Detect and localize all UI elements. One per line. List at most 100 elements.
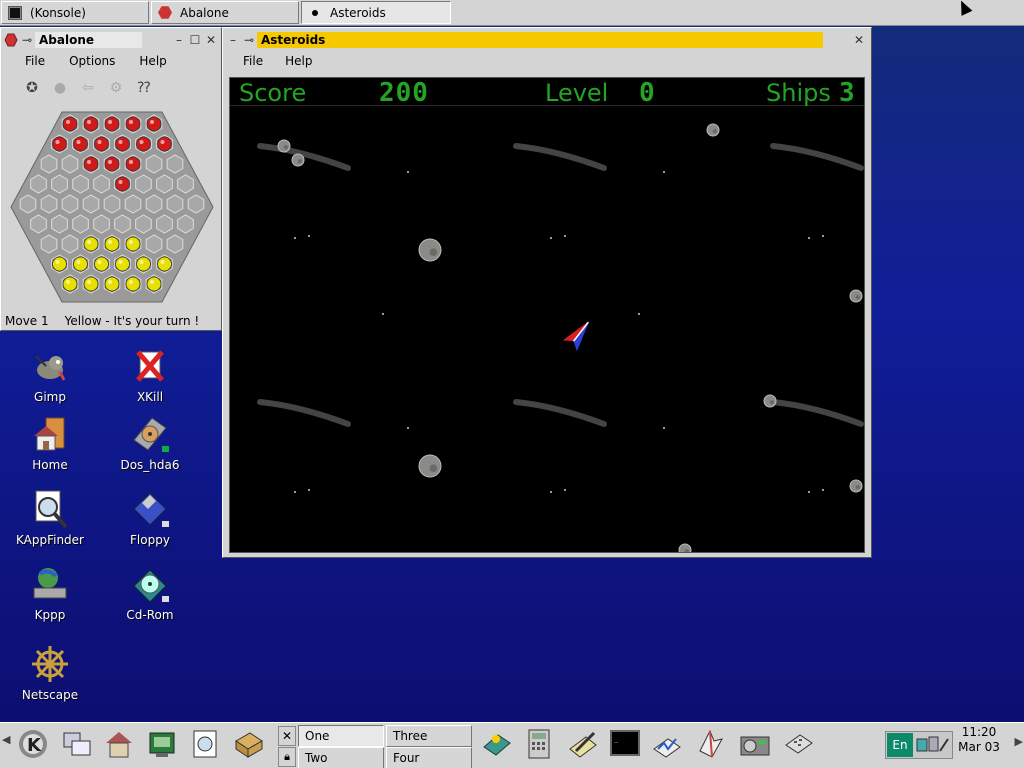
desktop-icon-cd-rom[interactable]: Cd-Rom bbox=[110, 564, 190, 622]
board-hole[interactable] bbox=[166, 194, 184, 214]
board-hole[interactable] bbox=[177, 214, 194, 234]
k-menu-button[interactable]: K bbox=[12, 724, 54, 766]
home-folder-button[interactable] bbox=[98, 724, 140, 766]
board-hole[interactable] bbox=[145, 194, 163, 214]
board-hole[interactable] bbox=[166, 234, 184, 254]
board-hole[interactable] bbox=[156, 214, 173, 234]
board-hole[interactable] bbox=[156, 174, 173, 194]
help-center-button[interactable] bbox=[184, 724, 226, 766]
board-hole[interactable] bbox=[30, 214, 47, 234]
stop-icon[interactable]: ● bbox=[51, 79, 69, 97]
yellow-marble[interactable] bbox=[62, 276, 78, 292]
desktop-icon-xkill[interactable]: XKill bbox=[110, 346, 190, 404]
task-abalone[interactable]: Abalone bbox=[151, 1, 299, 24]
board-hole[interactable] bbox=[145, 154, 163, 174]
red-marble[interactable] bbox=[115, 176, 130, 192]
board-hole[interactable] bbox=[166, 154, 184, 174]
control-center-button[interactable] bbox=[142, 724, 184, 766]
board-hole[interactable] bbox=[114, 214, 131, 234]
red-marble[interactable] bbox=[125, 116, 141, 132]
red-marble[interactable] bbox=[125, 156, 141, 172]
network-button[interactable] bbox=[778, 724, 820, 766]
yellow-marble[interactable] bbox=[157, 256, 172, 272]
keyboard-layout-indicator[interactable]: En bbox=[887, 733, 913, 757]
pin-icon[interactable]: ⊸ bbox=[19, 32, 35, 48]
asteroids-titlebar[interactable]: – ⊸ Asteroids ✕ bbox=[225, 30, 869, 50]
board-hole[interactable] bbox=[61, 154, 79, 174]
yellow-marble[interactable] bbox=[104, 236, 120, 252]
whats-this-help-icon[interactable]: ⁇ bbox=[135, 79, 153, 97]
yellow-marble[interactable] bbox=[83, 236, 99, 252]
red-marble[interactable] bbox=[136, 136, 151, 152]
board-hole[interactable] bbox=[61, 194, 79, 214]
konsole-button[interactable]: _ bbox=[604, 724, 646, 766]
calculator-button[interactable] bbox=[518, 724, 560, 766]
desktop-icon-netscape[interactable]: Netscape bbox=[10, 644, 90, 702]
red-marble[interactable] bbox=[73, 136, 88, 152]
desktop-two-button[interactable]: Two bbox=[298, 747, 384, 768]
close-icon[interactable]: ✕ bbox=[278, 726, 296, 746]
kwrite-button[interactable] bbox=[562, 724, 604, 766]
yellow-marble[interactable] bbox=[52, 256, 67, 272]
asteroids-playfield[interactable]: Score 200 Level 0 Ships 3 bbox=[229, 77, 865, 553]
menu-help[interactable]: Help bbox=[271, 54, 320, 68]
red-marble[interactable] bbox=[83, 156, 99, 172]
abalone-titlebar[interactable]: ⊸ Abalone – ☐ ✕ bbox=[3, 30, 219, 50]
menu-file[interactable]: File bbox=[225, 54, 271, 68]
board-hole[interactable] bbox=[135, 174, 152, 194]
yellow-marble[interactable] bbox=[94, 256, 109, 272]
lock-icon[interactable]: 🔒︎ bbox=[278, 747, 296, 767]
panel-hide-right-arrow-icon[interactable]: ▶ bbox=[1015, 735, 1023, 748]
board-hole[interactable] bbox=[40, 154, 58, 174]
red-marble[interactable] bbox=[115, 136, 130, 152]
desktop-icon-gimp[interactable]: Gimp bbox=[10, 346, 90, 404]
red-marble[interactable] bbox=[146, 116, 162, 132]
task-konsole[interactable]: (Konsole) bbox=[1, 1, 149, 24]
red-marble[interactable] bbox=[104, 116, 120, 132]
yellow-marble[interactable] bbox=[83, 276, 99, 292]
board-hole[interactable] bbox=[93, 174, 110, 194]
cd-player-button[interactable] bbox=[734, 724, 776, 766]
board-hole[interactable] bbox=[72, 214, 89, 234]
desktop-icon-home[interactable]: Home bbox=[10, 414, 90, 472]
board-hole[interactable] bbox=[93, 214, 110, 234]
abalone-window-menu-icon[interactable] bbox=[3, 32, 19, 48]
board-hole[interactable] bbox=[51, 214, 68, 234]
hint-icon[interactable]: ⚙ bbox=[107, 79, 125, 97]
yellow-marble[interactable] bbox=[125, 236, 141, 252]
knotes-button[interactable] bbox=[476, 724, 518, 766]
editor-button[interactable] bbox=[228, 724, 270, 766]
yellow-marble[interactable] bbox=[104, 276, 120, 292]
red-marble[interactable] bbox=[52, 136, 67, 152]
board-hole[interactable] bbox=[103, 194, 121, 214]
window-menu-icon[interactable]: – bbox=[225, 32, 241, 48]
tray-app-icon[interactable] bbox=[916, 735, 950, 758]
panel-hide-arrow-icon[interactable]: ◀ bbox=[2, 733, 10, 746]
board-hole[interactable] bbox=[124, 194, 142, 214]
close-icon[interactable]: ✕ bbox=[851, 32, 867, 48]
red-marble[interactable] bbox=[83, 116, 99, 132]
yellow-marble[interactable] bbox=[115, 256, 130, 272]
kbrowser-button[interactable] bbox=[690, 724, 732, 766]
yellow-marble[interactable] bbox=[146, 276, 162, 292]
desktop-icon-dos-hda6[interactable]: Dos_hda6 bbox=[110, 414, 190, 472]
menu-help[interactable]: Help bbox=[123, 54, 174, 68]
board-hole[interactable] bbox=[177, 174, 194, 194]
abalone-board[interactable] bbox=[9, 110, 215, 304]
board-hole[interactable] bbox=[72, 174, 89, 194]
board-hole[interactable] bbox=[135, 214, 152, 234]
red-marble[interactable] bbox=[62, 116, 78, 132]
desktop-icon-floppy[interactable]: Floppy bbox=[110, 489, 190, 547]
red-marble[interactable] bbox=[104, 156, 120, 172]
desktop-icon-kppp[interactable]: Kppp bbox=[10, 564, 90, 622]
board-hole[interactable] bbox=[145, 234, 163, 254]
yellow-marble[interactable] bbox=[136, 256, 151, 272]
board-hole[interactable] bbox=[51, 174, 68, 194]
pin-icon[interactable]: ⊸ bbox=[241, 32, 257, 48]
clock[interactable]: 11:20 Mar 03 bbox=[952, 725, 1006, 755]
board-hole[interactable] bbox=[82, 194, 100, 214]
board-hole[interactable] bbox=[40, 234, 58, 254]
menu-options[interactable]: Options bbox=[53, 54, 123, 68]
menu-file[interactable]: File bbox=[3, 54, 53, 68]
desktop-three-button[interactable]: Three bbox=[386, 725, 472, 747]
